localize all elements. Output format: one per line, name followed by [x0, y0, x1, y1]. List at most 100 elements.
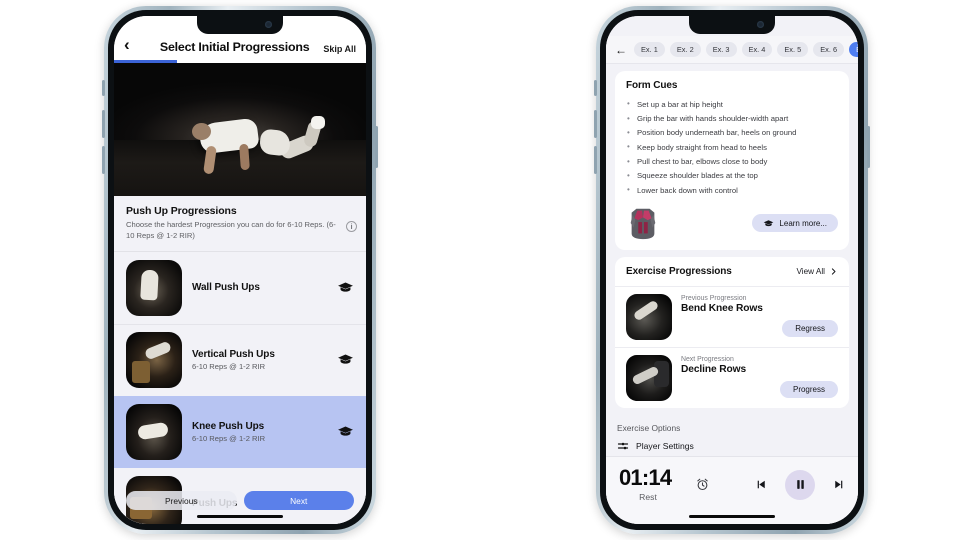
mute-switch[interactable]	[102, 80, 105, 96]
timer-state-label: Rest	[639, 492, 657, 502]
progression-name: Wall Push Ups	[192, 282, 260, 294]
exercise-progressions-card: Exercise Progressions View All Previous …	[615, 257, 849, 409]
progression-row-knee-push-ups[interactable]: Knee Push Ups 6-10 Reps @ 1-2 RIR	[114, 395, 366, 468]
progression-thumbnail	[626, 355, 672, 402]
volume-up-button[interactable]	[594, 110, 597, 138]
progression-meta: Next Progression Decline Rows Progress	[681, 355, 838, 399]
form-cues-card: Form Cues Set up a bar at hip height Gri…	[615, 71, 849, 251]
progression-row-next[interactable]: Next Progression Decline Rows Progress	[615, 348, 849, 408]
page-title: Select Initial Progressions	[159, 40, 310, 54]
progressions-header: Exercise Progressions View All	[615, 257, 849, 286]
graduation-cap-icon[interactable]	[337, 279, 354, 296]
progression-row-wall-push-ups[interactable]: Wall Push Ups	[114, 251, 366, 324]
home-indicator	[689, 514, 775, 518]
tab-ex-6[interactable]: Ex. 6	[813, 42, 845, 57]
section-subtitle: Choose the hardest Progression you can d…	[114, 219, 366, 251]
option-player-settings[interactable]: Player Settings	[617, 433, 847, 452]
tab-ex-3[interactable]: Ex. 3	[705, 42, 737, 57]
skip-all-button[interactable]: Skip All	[323, 44, 356, 54]
home-indicator	[197, 514, 283, 518]
form-cue-item: Pull chest to bar, elbows close to body	[626, 154, 838, 168]
previous-button[interactable]: Previous	[126, 491, 237, 510]
figure-head	[192, 122, 212, 140]
sliders-icon	[617, 443, 629, 450]
exercise-tabs: ← Ex. 1 Ex. 2 Ex. 3 Ex. 4 Ex. 5 Ex. 6 Ex…	[606, 36, 858, 64]
muscle-anatomy-icon[interactable]	[626, 205, 660, 241]
timer-value: 01:14	[619, 465, 672, 490]
progression-thumbnail	[126, 331, 182, 388]
volume-down-button[interactable]	[102, 146, 105, 174]
learn-more-label: Learn more...	[779, 218, 827, 228]
skip-next-icon[interactable]	[832, 478, 845, 491]
notch	[689, 16, 775, 34]
graduation-cap-icon[interactable]	[337, 423, 354, 440]
wizard-footer: Previous Next	[114, 491, 366, 510]
front-camera-icon	[265, 21, 272, 28]
tab-ex-4[interactable]: Ex. 4	[741, 42, 773, 57]
volume-down-button[interactable]	[594, 146, 597, 174]
pause-button[interactable]	[785, 469, 815, 500]
progress-bar-fill	[114, 60, 177, 63]
section-subtitle-text: Choose the hardest Progression you can d…	[126, 220, 336, 241]
phone-left-screen: ‹ Select Initial Progressions Skip All P…	[114, 16, 366, 524]
tab-ex-2[interactable]: Ex. 2	[669, 42, 701, 57]
option-label: Player Settings	[636, 441, 694, 452]
pause-icon	[796, 480, 804, 489]
exercise-options-title: Exercise Options	[617, 423, 681, 434]
section-title: Push Up Progressions	[126, 205, 237, 217]
form-cues-title: Form Cues	[626, 80, 678, 91]
progression-name: Decline Rows	[681, 364, 747, 376]
timer: 01:14 Rest	[619, 465, 693, 503]
graduation-cap-icon	[764, 220, 774, 227]
regress-button[interactable]: Regress	[782, 320, 838, 338]
progression-thumbnail	[626, 294, 672, 341]
progression-thumbnail	[126, 403, 182, 460]
figure-arm-right	[239, 143, 250, 171]
view-all-button[interactable]: View All	[796, 267, 838, 276]
power-button[interactable]	[867, 126, 870, 168]
form-cue-item: Grip the bar with hands shoulder-width a…	[626, 111, 838, 125]
phone-right-bezel: ← Ex. 1 Ex. 2 Ex. 3 Ex. 4 Ex. 5 Ex. 6 Ex…	[600, 10, 864, 530]
skip-previous-icon[interactable]	[755, 478, 768, 491]
tab-ex-1[interactable]: Ex. 1	[634, 42, 665, 57]
progression-meta: Vertical Push Ups 6-10 Reps @ 1-2 RIR	[192, 349, 327, 371]
learn-row: Learn more...	[626, 205, 838, 241]
detail-scroll-area[interactable]: Form Cues Set up a bar at hip height Gri…	[606, 64, 858, 524]
progress-bar	[114, 60, 366, 63]
progressions-title: Exercise Progressions	[626, 266, 732, 278]
progress-button[interactable]: Progress	[779, 381, 838, 399]
progression-name: Bend Knee Rows	[681, 303, 763, 315]
tab-ex-5[interactable]: Ex. 5	[777, 42, 809, 57]
graduation-cap-icon[interactable]	[337, 351, 354, 368]
progression-detail: 6-10 Reps @ 1-2 RIR	[192, 361, 266, 371]
progression-meta: Previous Progression Bend Knee Rows Regr…	[681, 294, 838, 338]
exercise-hero-video[interactable]	[114, 62, 366, 197]
power-button[interactable]	[375, 126, 378, 168]
notch	[197, 16, 283, 34]
progression-kicker: Next Progression	[681, 356, 734, 364]
arrow-left-icon[interactable]: ←	[615, 44, 629, 56]
chevron-right-icon	[831, 268, 836, 276]
next-button[interactable]: Next	[243, 491, 354, 510]
volume-up-button[interactable]	[102, 110, 105, 138]
form-cue-item: Position body underneath bar, heels on g…	[626, 126, 838, 140]
form-cues-list: Set up a bar at hip height Grip the bar …	[626, 97, 838, 197]
info-icon[interactable]: i	[346, 221, 357, 232]
figure-sock	[310, 116, 325, 130]
screenshot-stage: ‹ Select Initial Progressions Skip All P…	[0, 0, 960, 540]
progression-thumbnail	[126, 259, 182, 316]
phone-left-bezel: ‹ Select Initial Progressions Skip All P…	[108, 10, 372, 530]
tab-ex-7[interactable]: Ex. 7	[849, 42, 858, 57]
progression-row-previous[interactable]: Previous Progression Bend Knee Rows Regr…	[615, 287, 849, 347]
progression-action-wrap: Regress	[681, 320, 838, 338]
chevron-left-icon[interactable]: ‹	[124, 36, 146, 54]
view-all-label: View All	[796, 267, 825, 277]
learn-more-button[interactable]: Learn more...	[752, 214, 838, 233]
mute-switch[interactable]	[594, 80, 597, 96]
alarm-clock-icon[interactable]	[695, 477, 710, 492]
exercise-options-section: Exercise Options Player Settings	[606, 415, 858, 452]
form-cue-item: Squeeze shoulder blades at the top	[626, 169, 838, 183]
progression-meta: Knee Push Ups 6-10 Reps @ 1-2 RIR	[192, 421, 327, 443]
progression-row-vertical-push-ups[interactable]: Vertical Push Ups 6-10 Reps @ 1-2 RIR	[114, 323, 366, 396]
progression-action-wrap: Progress	[681, 381, 838, 399]
